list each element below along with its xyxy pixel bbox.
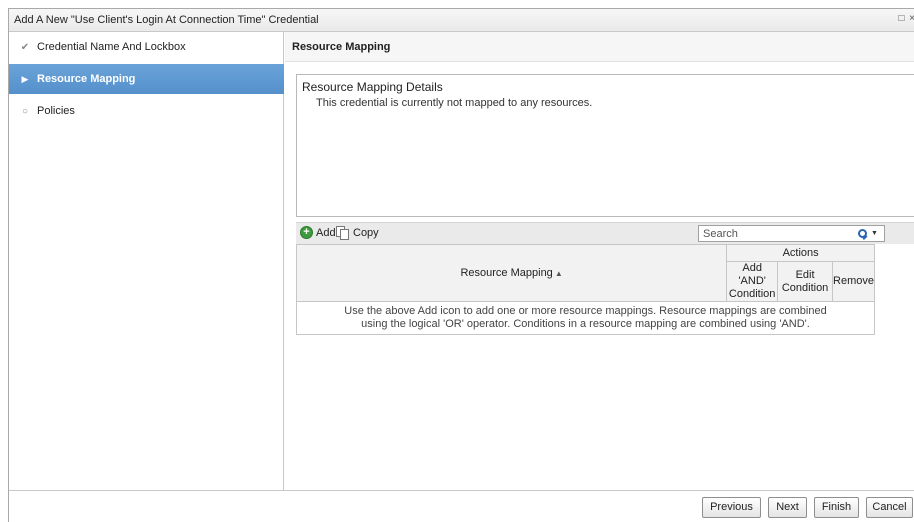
column-header-actions: Actions [726, 244, 875, 262]
sidebar-item-label: Policies [37, 105, 75, 117]
sidebar-item-label: Resource Mapping [37, 73, 136, 85]
details-text: This credential is currently not mapped … [316, 97, 593, 109]
column-header-add-and-condition: Add 'AND' Condition [726, 261, 779, 302]
column-header-resource-mapping[interactable]: Resource Mapping ▲ [295, 244, 728, 302]
search-icon[interactable]: ▼ [851, 226, 885, 241]
maximize-icon[interactable]: □ [898, 13, 904, 24]
copy-button[interactable]: Copy [336, 226, 379, 240]
section-header: Resource Mapping [285, 32, 914, 62]
sidebar-item-credential-name-and-lockbox[interactable]: ✔ Credential Name And Lockbox [9, 32, 284, 62]
sidebar-item-label: Credential Name And Lockbox [37, 41, 186, 53]
next-button[interactable]: Next [768, 497, 807, 518]
previous-button[interactable]: Previous [702, 497, 761, 518]
credential-wizard-window: Add A New "Use Client's Login At Connect… [8, 8, 914, 522]
wizard-steps-sidebar: ✔ Credential Name And Lockbox ▶ Resource… [9, 32, 284, 490]
add-button[interactable]: + Add [300, 226, 336, 239]
add-button-label: Add [316, 226, 336, 239]
sidebar-item-policies[interactable]: ○ Policies [9, 96, 284, 126]
arrow-right-icon: ▶ [21, 73, 29, 84]
copy-icon [336, 226, 352, 240]
close-icon[interactable]: × [909, 13, 914, 24]
chevron-down-icon[interactable]: ▼ [871, 230, 878, 237]
sort-ascending-icon: ▲ [554, 269, 563, 278]
details-title: Resource Mapping Details [302, 80, 443, 94]
search-input[interactable] [699, 226, 849, 241]
grid-toolbar: + Add Copy ▼ [296, 222, 914, 244]
copy-button-label: Copy [353, 227, 379, 239]
column-header-edit-condition: Edit Condition [777, 261, 833, 302]
title-bar: Add A New "Use Client's Login At Connect… [9, 9, 914, 32]
finish-button[interactable]: Finish [814, 497, 859, 518]
empty-grid-message: Use the above Add icon to add one or mor… [296, 301, 875, 335]
resource-mapping-grid: Resource Mapping ▲ Actions Add 'AND' Condi… [295, 244, 875, 335]
table-row: Use the above Add icon to add one or mor… [296, 301, 875, 335]
search-box: ▼ [698, 225, 885, 242]
wizard-footer: Previous Next Finish Cancel [9, 490, 914, 522]
cancel-button[interactable]: Cancel [866, 497, 913, 518]
resource-mapping-details-panel: Resource Mapping Details This credential… [296, 74, 914, 217]
section-title: Resource Mapping [292, 41, 391, 53]
circle-icon: ○ [21, 105, 29, 117]
window-controls: □ × [896, 13, 914, 24]
main-panel: Resource Mapping Resource Mapping Detail… [285, 32, 914, 490]
check-icon: ✔ [20, 41, 30, 53]
window-title: Add A New "Use Client's Login At Connect… [14, 14, 319, 26]
column-header-remove: Remove [832, 261, 875, 302]
sidebar-item-resource-mapping[interactable]: ▶ Resource Mapping [9, 64, 284, 94]
add-icon: + [300, 226, 313, 239]
